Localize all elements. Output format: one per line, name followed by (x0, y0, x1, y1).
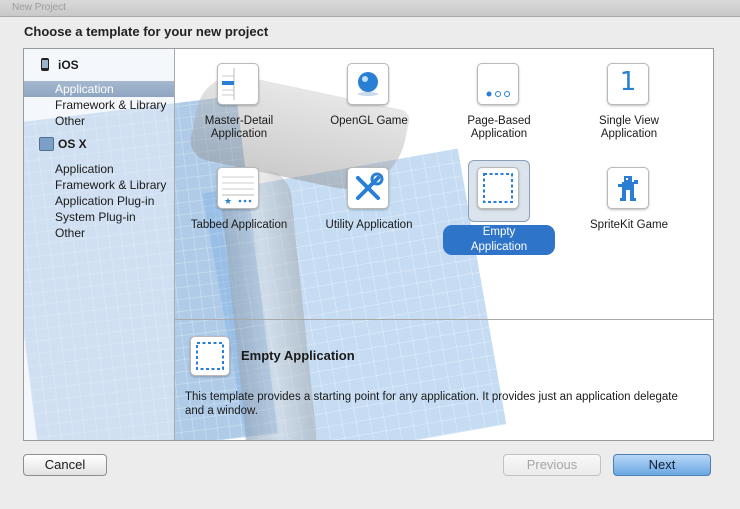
opengl-game-icon (347, 63, 389, 105)
template-spritekit-game[interactable]: SpriteKit Game (575, 153, 683, 243)
sidebar-item-ios-framework-library[interactable]: Framework & Library (24, 97, 174, 113)
template-tabbed-application[interactable]: ★ Tabbed Application (185, 153, 293, 243)
template-opengl-game[interactable]: OpenGL Game (315, 49, 423, 139)
template-label: SpriteKit Game (590, 219, 668, 231)
spritekit-game-icon (607, 167, 649, 209)
description-title: Empty Application (241, 348, 355, 363)
template-page-based[interactable]: Page-Based Application (445, 49, 553, 140)
sidebar-item-osx-application[interactable]: Application (24, 161, 174, 177)
template-empty-application[interactable]: Empty Application (443, 153, 555, 255)
sidebar-item-osx-application-plugin[interactable]: Application Plug-in (24, 193, 174, 209)
template-label: Tabbed Application (190, 219, 288, 231)
sidebar-section-ios: iOS (24, 56, 174, 74)
cancel-button[interactable]: Cancel (23, 454, 107, 476)
page-based-icon (477, 63, 519, 105)
sidebar-item-ios-application[interactable]: Application (24, 81, 174, 97)
tabbed-icon: ★ (217, 167, 259, 209)
sidebar-item-ios-other[interactable]: Other (24, 113, 174, 129)
single-view-icon: 1 (607, 63, 649, 105)
window-title: New Project (12, 2, 66, 13)
template-description: Empty Application This template provides… (175, 320, 713, 440)
template-label: Page-Based Application (467, 115, 531, 140)
sidebar-item-osx-other[interactable]: Other (24, 225, 174, 241)
template-single-view[interactable]: 1 Single View Application (575, 49, 683, 140)
sidebar-item-osx-system-plugin[interactable]: System Plug-in (24, 209, 174, 225)
title-bar: New Project (0, 0, 740, 17)
template-label: Empty Application (443, 225, 555, 255)
template-utility-application[interactable]: Utility Application (315, 153, 423, 243)
empty-application-icon (190, 336, 230, 376)
template-chooser: iOS Application Framework & Library Othe… (23, 48, 714, 441)
sidebar-section-label: iOS (58, 58, 79, 72)
previous-button[interactable]: Previous (503, 454, 601, 476)
template-grid: Master-Detail Application OpenGL Game Pa… (175, 49, 713, 317)
page-title: Choose a template for your new project (24, 24, 269, 39)
template-master-detail[interactable]: Master-Detail Application (185, 49, 293, 140)
iphone-icon (41, 58, 49, 71)
sidebar-section-osx: OS X (24, 135, 174, 153)
template-label: Utility Application (325, 219, 413, 231)
sidebar-section-label: OS X (58, 137, 87, 151)
template-label: Master-Detail Application (204, 115, 274, 140)
utility-icon (347, 167, 389, 209)
master-detail-icon (217, 63, 259, 105)
empty-application-icon (477, 167, 519, 209)
sidebar-item-osx-framework-library[interactable]: Framework & Library (24, 177, 174, 193)
svg-text:★: ★ (224, 197, 232, 207)
next-button[interactable]: Next (613, 454, 711, 476)
sidebar: iOS Application Framework & Library Othe… (24, 49, 175, 440)
template-label: Single View Application (599, 115, 659, 140)
mac-icon (39, 137, 54, 151)
description-text: This template provides a starting point … (185, 391, 678, 417)
template-label: OpenGL Game (330, 115, 408, 127)
